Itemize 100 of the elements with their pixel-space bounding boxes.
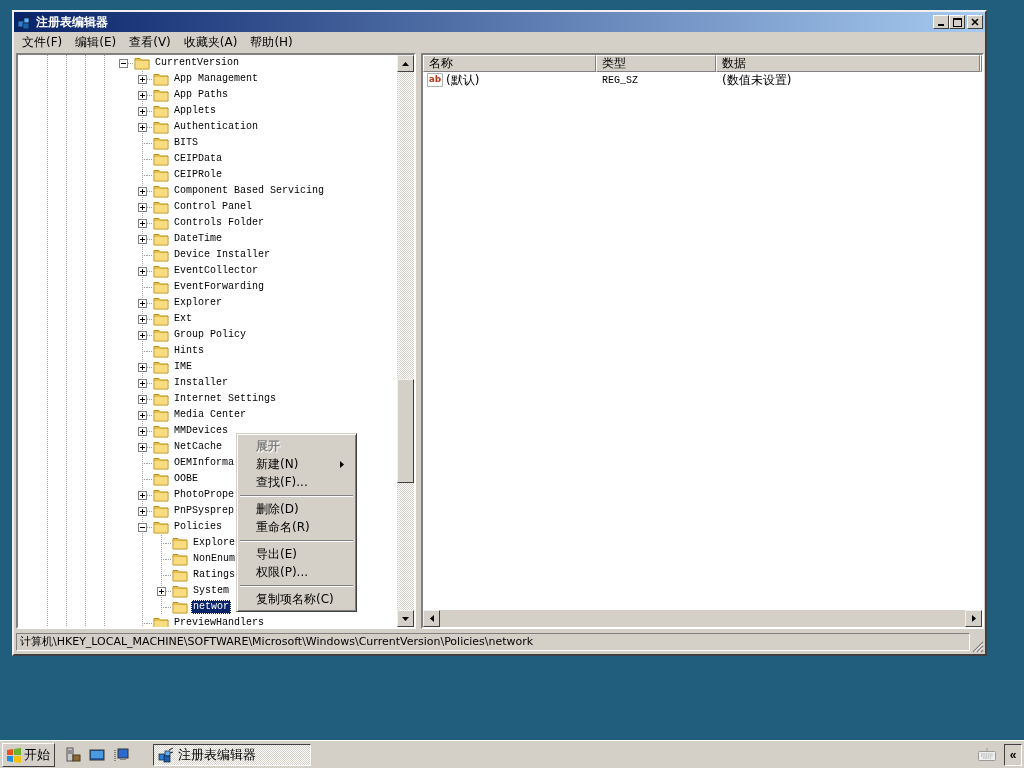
expand-button[interactable] — [138, 122, 147, 132]
expand-button[interactable] — [157, 586, 166, 596]
tree-item[interactable]: IME — [172, 360, 194, 374]
menu-item[interactable]: 查看(V) — [123, 33, 178, 51]
tree-item[interactable]: Ext — [172, 312, 194, 326]
expand-button[interactable] — [138, 378, 147, 388]
computer-tower-icon[interactable] — [65, 746, 81, 763]
expand-button[interactable] — [138, 266, 147, 276]
column-header[interactable]: 数据 — [715, 55, 980, 72]
menu-item[interactable]: 重命名(R) — [240, 518, 353, 536]
collapse-button[interactable] — [119, 58, 128, 68]
tree-item[interactable]: Control Panel — [172, 200, 254, 214]
expand-button[interactable] — [138, 362, 147, 372]
tree-item[interactable]: Hints — [172, 344, 206, 358]
expand-button[interactable] — [138, 314, 147, 324]
show-hidden-icons-button[interactable]: « — [1004, 743, 1022, 766]
folder-icon — [153, 279, 169, 295]
tree-item[interactable]: PreviewHandlers — [172, 616, 266, 627]
tree-item[interactable]: Media Center — [172, 408, 248, 422]
tree-item[interactable]: CEIPRole — [172, 168, 224, 182]
menu-item[interactable]: 删除(D) — [240, 500, 353, 518]
expand-button[interactable] — [138, 202, 147, 212]
menu-item[interactable]: 查找(F)... — [240, 473, 353, 491]
up-arrow-icon — [402, 61, 409, 66]
tree-item[interactable]: Applets — [172, 104, 218, 118]
tree-item[interactable]: App Paths — [172, 88, 230, 102]
tree-item[interactable]: Controls Folder — [172, 216, 266, 230]
tree-item[interactable]: OEMInforma — [172, 456, 236, 470]
tree-item[interactable]: EventCollector — [172, 264, 260, 278]
taskbar-button[interactable]: 注册表编辑器 — [153, 743, 311, 766]
scroll-left-button[interactable] — [423, 610, 440, 627]
tree-item[interactable]: Policies — [172, 520, 224, 534]
start-button[interactable]: 开始 — [2, 742, 55, 767]
tree-item[interactable]: Component Based Servicing — [172, 184, 327, 198]
registry-cubes-icon — [17, 14, 33, 30]
scroll-up-button[interactable] — [397, 55, 414, 72]
size-grip-icon[interactable] — [972, 641, 984, 653]
desktop-icon[interactable] — [89, 746, 105, 763]
folder-icon — [172, 551, 188, 567]
tree-item[interactable]: Installer — [172, 376, 230, 390]
monitor-icon[interactable] — [113, 746, 129, 763]
menu-item[interactable]: 收藏夹(A) — [177, 33, 245, 51]
expand-button[interactable] — [138, 506, 147, 516]
tree-item[interactable]: Group Policy — [172, 328, 248, 342]
scroll-down-button[interactable] — [397, 610, 414, 627]
tree-item[interactable]: Device Installer — [172, 248, 272, 262]
expand-button[interactable] — [138, 186, 147, 196]
expand-button[interactable] — [138, 90, 147, 100]
tree-item[interactable]: BITS — [172, 136, 200, 150]
close-button[interactable] — [967, 15, 983, 29]
tree-item[interactable]: CurrentVersion — [153, 56, 241, 70]
expand-button[interactable] — [138, 410, 147, 420]
tree-item[interactable]: OOBE — [172, 472, 200, 486]
expand-button[interactable] — [138, 106, 147, 116]
tree-item[interactable]: MMDevices — [172, 424, 230, 438]
folder-icon — [153, 311, 169, 327]
tree-item[interactable]: networ — [191, 600, 231, 614]
value-row[interactable]: ab (默认) REG_SZ (数值未设置) — [423, 72, 982, 88]
folder-icon — [153, 487, 169, 503]
folder-icon — [153, 503, 169, 519]
menu-item[interactable]: 复制项名称(C) — [240, 590, 353, 608]
column-header[interactable]: 名称 — [423, 55, 597, 72]
scrollbar-thumb[interactable] — [397, 379, 414, 483]
tree-item[interactable]: Ratings — [191, 568, 237, 582]
expand-button[interactable] — [138, 442, 147, 452]
tree-item[interactable]: Explorer — [172, 296, 224, 310]
tree-item[interactable]: NonEnum — [191, 552, 237, 566]
menu-item[interactable]: 导出(E) — [240, 545, 353, 563]
folder-icon — [153, 471, 169, 487]
tree-item[interactable]: CEIPData — [172, 152, 224, 166]
folder-icon — [153, 375, 169, 391]
expand-button[interactable] — [138, 426, 147, 436]
scroll-right-button[interactable] — [965, 610, 982, 627]
tree-item[interactable]: Explore — [191, 536, 237, 550]
menu-item[interactable]: 文件(F) — [16, 33, 70, 51]
menu-item[interactable]: 编辑(E) — [69, 33, 124, 51]
collapse-button[interactable] — [138, 522, 147, 532]
column-header[interactable]: 类型 — [596, 55, 716, 72]
tree-item[interactable]: DateTime — [172, 232, 224, 246]
expand-button[interactable] — [138, 218, 147, 228]
expand-button[interactable] — [138, 330, 147, 340]
expand-button[interactable] — [138, 490, 147, 500]
tree-item[interactable]: Internet Settings — [172, 392, 279, 406]
menu-item[interactable]: 权限(P)... — [240, 563, 353, 581]
tree-item[interactable]: App Management — [172, 72, 260, 86]
maximize-button[interactable] — [949, 15, 965, 29]
expand-button[interactable] — [138, 234, 147, 244]
tree-item[interactable]: System — [191, 584, 231, 598]
tree-item[interactable]: EventForwarding — [172, 280, 266, 294]
minimize-button[interactable] — [933, 15, 949, 29]
tree-item[interactable]: PhotoPrope — [172, 488, 236, 502]
expand-button[interactable] — [138, 298, 147, 308]
tree-item[interactable]: NetCache — [172, 440, 224, 454]
folder-icon — [153, 135, 169, 151]
tree-item[interactable]: Authentication — [172, 120, 260, 134]
tree-item[interactable]: PnPSysprep — [172, 504, 236, 518]
menu-item[interactable]: 新建(N) — [240, 455, 353, 473]
menu-item[interactable]: 帮助(H) — [244, 33, 300, 51]
expand-button[interactable] — [138, 74, 147, 84]
expand-button[interactable] — [138, 394, 147, 404]
